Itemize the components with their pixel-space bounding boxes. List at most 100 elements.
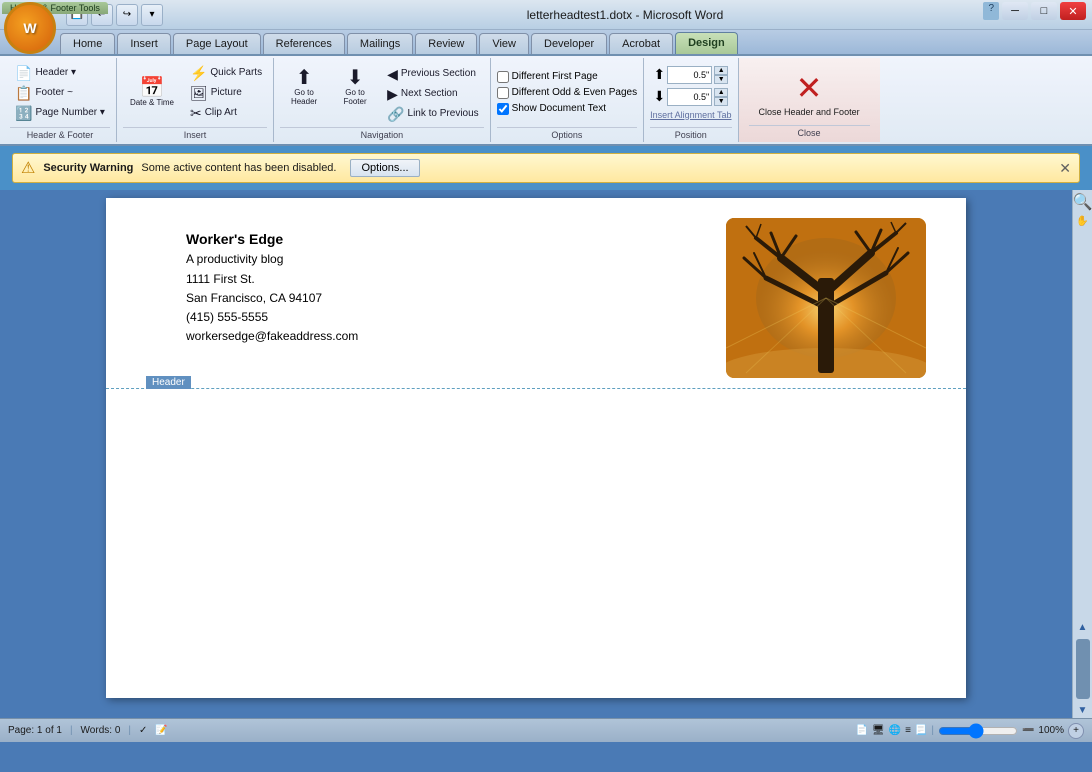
group-insert: 📅 Date & Time ⚡ Quick Parts 🖼 Picture: [117, 58, 274, 142]
header-pos-down[interactable]: ▼: [714, 75, 728, 84]
page-number-icon: 🔢: [15, 106, 32, 120]
tab-page-layout[interactable]: Page Layout: [173, 33, 261, 54]
header-pos-up[interactable]: ▲: [714, 66, 728, 75]
zoom-plus[interactable]: +: [1068, 723, 1084, 739]
tab-view[interactable]: View: [479, 33, 529, 54]
tab-mailings[interactable]: Mailings: [347, 33, 413, 54]
group-header-footer-label: Header & Footer: [10, 127, 110, 140]
close-header-footer-button[interactable]: ✕ Close Header and Footer: [749, 63, 870, 123]
different-odd-even-option[interactable]: Different Odd & Even Pages: [497, 86, 637, 100]
footer-pos-down[interactable]: ▼: [714, 97, 728, 106]
view-mode-draft[interactable]: 📃: [915, 725, 927, 736]
group-position: ⬆ ▲ ▼ ⬇ ▲ ▼: [644, 58, 738, 142]
tab-insert[interactable]: Insert: [117, 33, 171, 54]
company-address2: San Francisco, CA 94107: [186, 289, 358, 308]
company-tagline: A productivity blog: [186, 250, 358, 269]
zoom-level: 100%: [1038, 725, 1064, 736]
footer-position-arrows: ▲ ▼: [714, 88, 728, 106]
security-options-button[interactable]: Options...: [350, 159, 419, 177]
hand-tool[interactable]: ✋: [1076, 216, 1088, 227]
view-mode-full[interactable]: 🖥: [872, 725, 885, 736]
title-bar: 💾 ↩ ↪ ▾ letterheadtest1.dotx - Microsoft…: [0, 0, 1092, 30]
ribbon-content: 📄 Header ▾ 📋 Footer ~ 🔢 Page Number ▾: [0, 56, 1092, 146]
zoom-slider[interactable]: [938, 723, 1018, 739]
show-document-text-checkbox[interactable]: [497, 103, 509, 115]
close-button-area: ✕ Close Header and Footer: [749, 62, 870, 123]
quick-parts-button[interactable]: ⚡ Quick Parts: [185, 64, 267, 82]
status-bar: Page: 1 of 1 | Words: 0 | ✓ 📝 📄 🖥 🌐 ≡ 📃 …: [0, 718, 1092, 742]
view-mode-web[interactable]: 🌐: [889, 725, 901, 736]
tree-image: [726, 218, 926, 378]
view-mode-outline[interactable]: ≡: [905, 725, 911, 736]
position-bottom-icon: ⬇: [653, 88, 665, 105]
scroll-down-tool[interactable]: ▼: [1078, 705, 1088, 716]
office-button[interactable]: W: [4, 2, 56, 54]
scroll-thumb[interactable]: [1076, 639, 1090, 699]
different-first-page-option[interactable]: Different First Page: [497, 70, 598, 84]
header-icon: 📄: [15, 66, 32, 80]
scroll-up-tool[interactable]: ▲: [1078, 622, 1088, 633]
link-prev-icon: 🔗: [387, 107, 404, 121]
different-odd-even-checkbox[interactable]: [497, 87, 509, 99]
picture-button[interactable]: 🖼 Picture: [185, 84, 267, 102]
different-first-page-checkbox[interactable]: [497, 71, 509, 83]
footer-pos-up[interactable]: ▲: [714, 88, 728, 97]
page-number-button[interactable]: 🔢 Page Number ▾: [10, 104, 110, 122]
title-bar-title: letterheadtest1.dotx - Microsoft Word: [163, 8, 1087, 22]
status-sep2: |: [931, 725, 934, 736]
track-changes-icon[interactable]: 📝: [155, 725, 167, 736]
security-bar-close[interactable]: ✕: [1059, 160, 1071, 177]
date-time-icon: 📅: [139, 78, 164, 98]
next-section-icon: ▶: [387, 87, 398, 101]
right-tools-panel: 🔍 ✋ ▲ ▼: [1072, 190, 1092, 718]
group-position-label: Position: [650, 127, 731, 140]
security-bar-title: Security Warning: [43, 162, 133, 174]
security-warning-icon: ⚠: [21, 158, 35, 178]
footer-icon: 📋: [15, 86, 32, 100]
company-logo: [726, 218, 926, 378]
minimize-button[interactable]: ─: [1002, 2, 1028, 20]
previous-section-button[interactable]: ◀ Previous Section: [382, 65, 484, 83]
window-controls: ? ─ □ ✕: [983, 2, 1086, 20]
header-button[interactable]: 📄 Header ▾: [10, 64, 110, 82]
footer-button[interactable]: 📋 Footer ~: [10, 84, 110, 102]
help-btn[interactable]: ?: [983, 2, 999, 20]
go-to-footer-button[interactable]: ⬇ Go toFooter: [331, 63, 379, 111]
zoom-tool[interactable]: 🔍: [1073, 192, 1092, 212]
show-document-text-option[interactable]: Show Document Text: [497, 102, 606, 116]
header-position-input[interactable]: [667, 66, 712, 84]
options-checkboxes: Different First Page Different Odd & Eve…: [497, 60, 637, 125]
clip-art-button[interactable]: ✂ Clip Art: [185, 104, 267, 122]
picture-icon: 🖼: [190, 86, 208, 100]
date-time-button[interactable]: 📅 Date & Time: [123, 73, 181, 112]
zoom-minus[interactable]: ➖: [1022, 725, 1034, 736]
tab-acrobat[interactable]: Acrobat: [609, 33, 673, 54]
insert-alignment-tab[interactable]: Insert Alignment Tab: [650, 110, 731, 120]
tab-home[interactable]: Home: [60, 33, 115, 54]
tab-design[interactable]: Design: [675, 32, 738, 54]
spell-check-icon[interactable]: ✓: [139, 725, 147, 736]
view-mode-print[interactable]: 📄: [855, 725, 867, 736]
go-header-icon: ⬆: [296, 68, 313, 88]
tab-references[interactable]: References: [263, 33, 345, 54]
insert-buttons: 📅 Date & Time ⚡ Quick Parts 🖼 Picture: [123, 60, 267, 125]
quick-access-more[interactable]: ▾: [141, 4, 163, 26]
quick-access-redo[interactable]: ↪: [116, 4, 138, 26]
tab-review[interactable]: Review: [415, 33, 477, 54]
tab-developer[interactable]: Developer: [531, 33, 607, 54]
close-button[interactable]: ✕: [1060, 2, 1086, 20]
document-scroll-area[interactable]: Worker's Edge A productivity blog 1111 F…: [0, 190, 1072, 718]
maximize-button[interactable]: □: [1031, 2, 1057, 20]
security-bar: ⚠ Security Warning Some active content h…: [12, 153, 1080, 183]
document-body[interactable]: [106, 389, 966, 689]
group-options-label: Options: [497, 127, 637, 140]
footer-position-input[interactable]: [667, 88, 712, 106]
close-x-icon: ✕: [796, 69, 823, 107]
go-to-header-button[interactable]: ⬆ Go toHeader: [280, 63, 328, 111]
position-spinners: ⬆ ▲ ▼ ⬇ ▲ ▼: [650, 60, 731, 125]
page-indicator: Page: 1 of 1: [8, 725, 62, 736]
header-position-arrows: ▲ ▼: [714, 66, 728, 84]
link-to-previous-button[interactable]: 🔗 Link to Previous: [382, 105, 484, 123]
group-close: ✕ Close Header and Footer Close: [739, 58, 880, 142]
next-section-button[interactable]: ▶ Next Section: [382, 85, 484, 103]
